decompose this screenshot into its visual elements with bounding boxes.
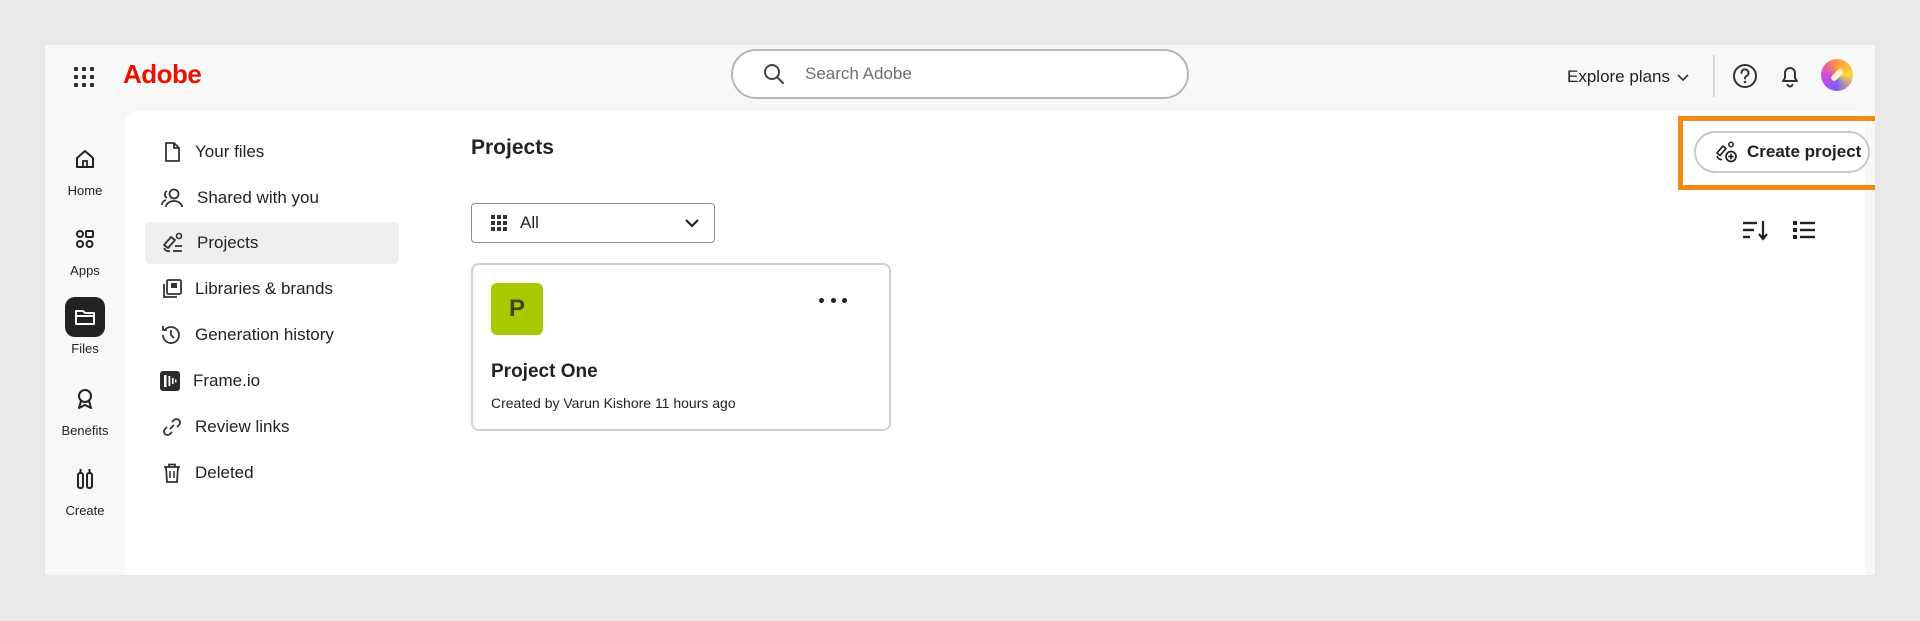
search-input[interactable]	[805, 64, 1145, 84]
rail-label: Create	[65, 503, 105, 518]
bell-icon[interactable]	[1776, 62, 1804, 90]
avatar[interactable]	[1821, 59, 1853, 91]
page-title: Projects	[471, 136, 554, 159]
sidebar-item-label: Review links	[195, 417, 290, 436]
app-window: Adobe Explore plans	[45, 45, 1875, 575]
rail-item-home[interactable]: Home	[45, 139, 125, 198]
sidebar-item-label: Deleted	[195, 463, 254, 482]
chevron-down-icon	[685, 219, 699, 228]
more-options-icon[interactable]	[819, 291, 847, 309]
search-icon	[764, 64, 784, 84]
sidebar-item-your-files[interactable]: Your files	[145, 131, 399, 173]
projects-icon	[163, 232, 183, 253]
filter-value: All	[520, 213, 539, 232]
left-rail: Home Apps Files Benefits Create	[45, 111, 125, 575]
rail-label: Benefits	[61, 423, 109, 438]
create-project-button[interactable]: Create project	[1694, 131, 1870, 173]
sidebar-item-libraries[interactable]: Libraries & brands	[145, 268, 399, 310]
shared-icon	[161, 188, 183, 208]
top-bar: Adobe Explore plans	[45, 45, 1875, 111]
explore-plans-button[interactable]: Explore plans	[1567, 63, 1690, 91]
sidebar-item-label: Libraries & brands	[195, 279, 333, 298]
sidebar-item-label: Generation history	[195, 325, 334, 344]
sidebar-item-projects[interactable]: Projects	[145, 222, 399, 264]
app-switcher-icon[interactable]	[71, 64, 97, 90]
rail-label: Apps	[70, 263, 100, 278]
explore-plans-label: Explore plans	[1567, 67, 1671, 86]
sidebar-item-label: Your files	[195, 142, 265, 161]
content-panel: Your files Shared with you Projects Libr…	[125, 111, 1875, 575]
rail-item-benefits[interactable]: Benefits	[45, 379, 125, 438]
history-icon	[162, 326, 180, 344]
sidebar-item-label: Shared with you	[197, 188, 319, 207]
home-icon	[65, 139, 105, 179]
rail-item-apps[interactable]: Apps	[45, 219, 125, 278]
create-icon	[65, 459, 105, 499]
project-meta: Created by Varun Kishore 11 hours ago	[491, 395, 736, 411]
help-icon[interactable]	[1731, 62, 1759, 90]
project-thumbnail: P	[491, 283, 543, 335]
file-icon	[165, 142, 180, 162]
project-name: Project One	[491, 361, 598, 382]
frameio-icon	[160, 371, 180, 391]
sidebar-item-shared[interactable]: Shared with you	[145, 177, 399, 219]
grid-icon	[491, 215, 507, 231]
rail-label: Home	[67, 183, 103, 198]
rail-label: Files	[71, 341, 99, 356]
filter-dropdown[interactable]: All	[471, 203, 715, 243]
sidebar-item-review-links[interactable]: Review links	[145, 406, 399, 448]
create-project-label: Create project	[1747, 142, 1862, 161]
search-bar[interactable]	[731, 49, 1189, 99]
rail-item-create[interactable]: Create	[45, 459, 125, 518]
libraries-icon	[163, 279, 182, 298]
sort-icon[interactable]	[1741, 217, 1769, 243]
sidebar-item-deleted[interactable]: Deleted	[145, 452, 399, 494]
award-icon	[65, 379, 105, 419]
list-view-icon[interactable]	[1791, 217, 1819, 243]
trash-icon	[164, 463, 180, 483]
sidebar-item-label: Projects	[197, 233, 259, 252]
chevron-down-icon	[1677, 74, 1689, 82]
adobe-logo[interactable]: Adobe	[123, 59, 202, 90]
sidebar-item-generation-history[interactable]: Generation history	[145, 314, 399, 356]
apps-icon	[65, 219, 105, 259]
link-icon	[163, 418, 181, 436]
folder-icon	[65, 297, 105, 337]
sidebar-item-frameio[interactable]: Frame.io	[145, 360, 399, 402]
project-card[interactable]: P Project One Created by Varun Kishore 1…	[471, 263, 891, 431]
create-project-icon	[1716, 141, 1737, 163]
sidebar-item-label: Frame.io	[193, 371, 261, 390]
header-divider	[1713, 55, 1715, 97]
rail-item-files[interactable]: Files	[45, 297, 125, 356]
